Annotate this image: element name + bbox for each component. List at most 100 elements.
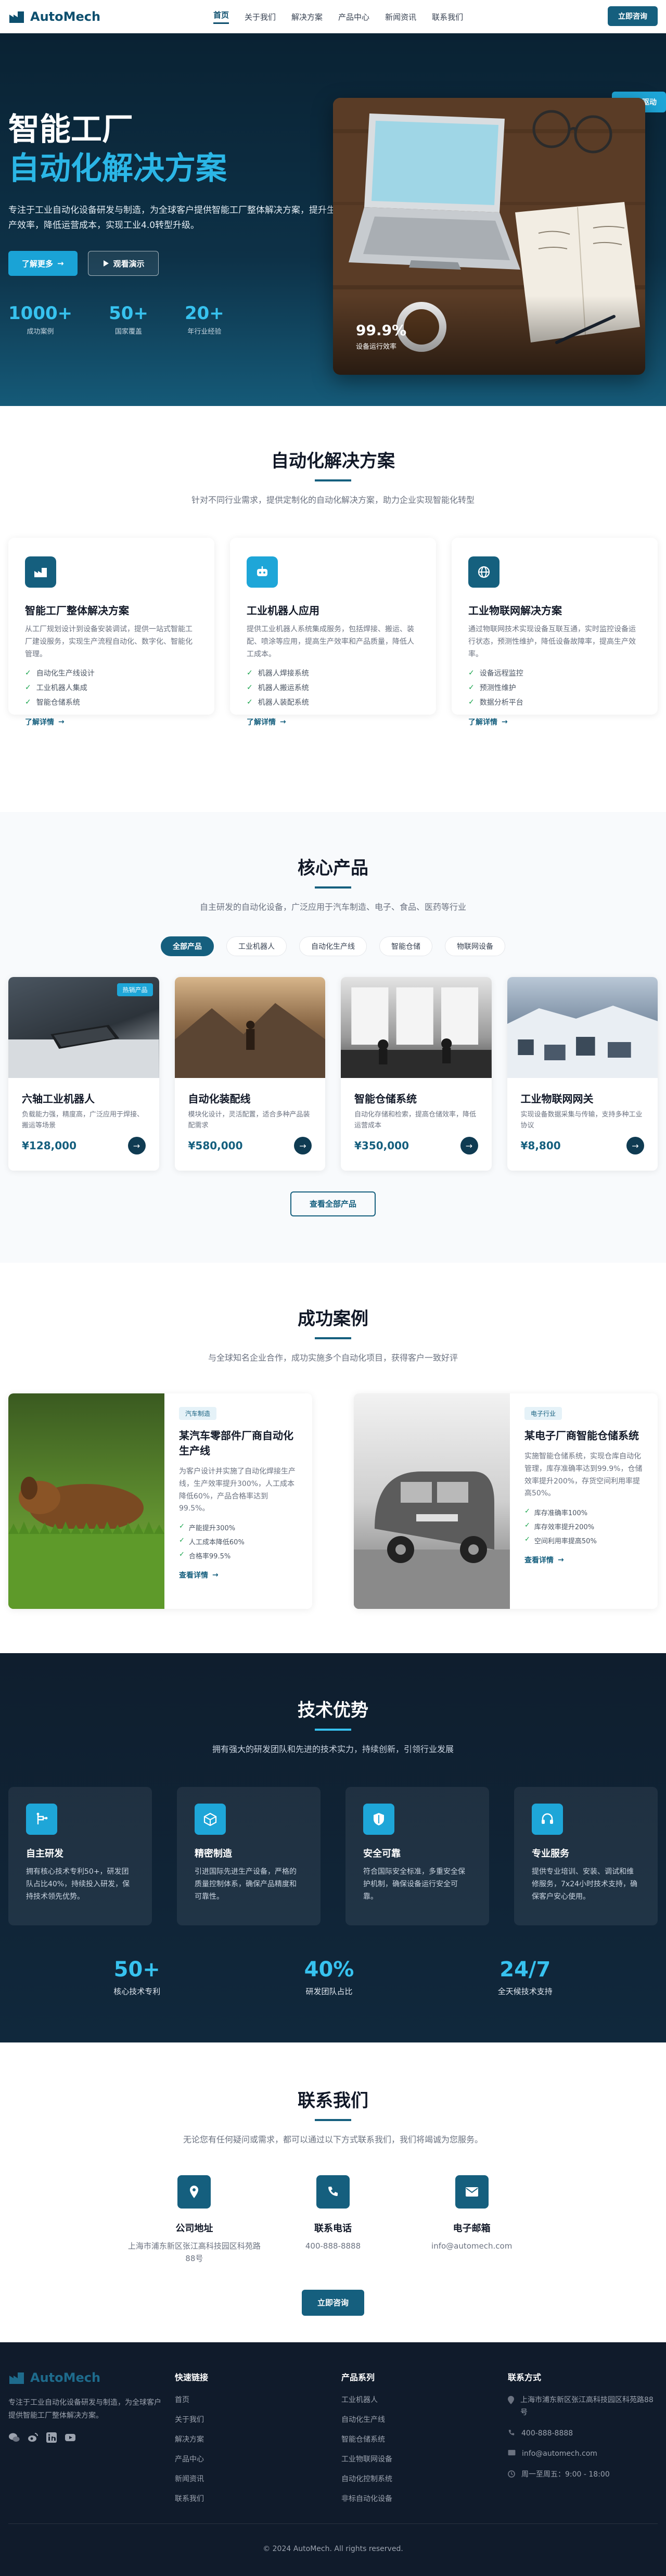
case-body: 电子行业 某电子厂商智能仓储系统 实施智能仓储系统，实现仓库自动化管理，库存准确… bbox=[510, 1393, 658, 1609]
section-title: 技术优势 bbox=[298, 1700, 368, 1721]
arrow-right-icon[interactable]: → bbox=[294, 1137, 312, 1154]
tech-desc: 引进国际先进生产设备，严格的质量控制体系，确保产品精度和可靠性。 bbox=[195, 1868, 297, 1901]
watch-demo-button[interactable]: 观看演示 bbox=[87, 251, 159, 276]
filter-iot[interactable]: 物联网设备 bbox=[445, 936, 505, 956]
contact-value: 上海市浦东新区张江高科技园区科苑路88号 bbox=[127, 2241, 261, 2263]
tech-desc: 拥有核心技术专利50+，研发团队占比40%，持续投入研发，保持技术领先优势。 bbox=[26, 1868, 130, 1901]
footer-link[interactable]: 新闻资讯 bbox=[175, 2473, 341, 2484]
product-card[interactable]: 工业物联网网关 实现设备数据采集与传输，支持多种工业协议 ¥8,800 → bbox=[507, 977, 658, 1171]
arrow-right-icon: → bbox=[212, 1571, 219, 1580]
learn-more-link[interactable]: 了解详情 → bbox=[25, 717, 65, 727]
youtube-icon[interactable] bbox=[65, 2432, 76, 2443]
footer-email-text[interactable]: info@automech.com bbox=[522, 2448, 597, 2460]
check-icon: ✓ bbox=[247, 669, 253, 678]
result-item: ✓ 人工成本降低60% bbox=[179, 1537, 298, 1546]
view-details-label: 查看详情 bbox=[524, 1556, 554, 1565]
linkedin-icon[interactable] bbox=[46, 2432, 57, 2443]
nav-home[interactable]: 首页 bbox=[213, 9, 229, 24]
footer-link[interactable]: 工业物联网设备 bbox=[341, 2454, 508, 2464]
product-card[interactable]: 热销产品 六轴工业机器人 负载能力强，精度高，广泛应用于焊接、搬运等场景 ¥12… bbox=[8, 977, 159, 1171]
footer-phone-text[interactable]: 400-888-8888 bbox=[521, 2428, 573, 2440]
brand-logo[interactable]: AutoMech bbox=[8, 9, 100, 24]
product-desc: 模块化设计，灵活配置，适合多种产品装配需求 bbox=[188, 1111, 310, 1130]
learn-more-label: 了解详情 bbox=[25, 718, 54, 727]
learn-more-link[interactable]: 了解详情 → bbox=[247, 717, 286, 727]
check-icon: ✓ bbox=[179, 1551, 185, 1559]
filter-lines[interactable]: 自动化生产线 bbox=[299, 936, 367, 956]
check-icon: ✓ bbox=[25, 669, 31, 678]
footer-col-title: 快速链接 bbox=[175, 2372, 209, 2382]
footer-link[interactable]: 自动化控制系统 bbox=[341, 2473, 508, 2484]
product-card[interactable]: 智能仓储系统 自动化存储和检索，提高仓储效率，降低运营成本 ¥350,000 → bbox=[341, 977, 492, 1171]
nav-news[interactable]: 新闻资讯 bbox=[385, 11, 416, 22]
arrow-right-icon[interactable]: → bbox=[127, 1137, 146, 1154]
filter-all[interactable]: 全部产品 bbox=[161, 936, 214, 956]
tech-desc: 符合国际安全标准，多重安全保护机制，确保设备运行安全可靠。 bbox=[363, 1868, 465, 1901]
tech-title: 安全可靠 bbox=[363, 1848, 401, 1859]
footer-link[interactable]: 首页 bbox=[175, 2394, 341, 2405]
footer-logo[interactable]: AutoMech bbox=[8, 2370, 175, 2385]
headset-icon bbox=[532, 1804, 563, 1835]
contact-value[interactable]: 400-888-8888 bbox=[264, 2240, 403, 2252]
filter-robots[interactable]: 工业机器人 bbox=[226, 936, 287, 956]
snowy-town-illustration bbox=[507, 1006, 658, 1078]
case-title: 某汽车零部件厂商自动化生产线 bbox=[179, 1429, 293, 1457]
title-underline bbox=[315, 1729, 351, 1731]
filter-warehouse[interactable]: 智能仓储 bbox=[379, 936, 432, 956]
nav-about[interactable]: 关于我们 bbox=[245, 11, 276, 22]
view-all-products-button[interactable]: 查看全部产品 bbox=[290, 1191, 376, 1216]
product-card[interactable]: 自动化装配线 模块化设计，灵活配置，适合多种产品装配需求 ¥580,000 → bbox=[174, 977, 325, 1171]
weibo-icon[interactable] bbox=[27, 2432, 39, 2443]
stat-label: 成功案例 bbox=[27, 328, 54, 336]
contact-value[interactable]: info@automech.com bbox=[402, 2240, 541, 2252]
footer-link[interactable]: 产品中心 bbox=[175, 2454, 341, 2464]
feature-label: 预测性维护 bbox=[479, 684, 516, 693]
check-icon: ✓ bbox=[468, 698, 475, 707]
product-price: ¥350,000 bbox=[354, 1139, 409, 1152]
feature-label: 设备远程监控 bbox=[479, 669, 523, 678]
contact-phone: 联系电话 400-888-8888 bbox=[264, 2175, 403, 2265]
main-menu: 首页 关于我们 解决方案 产品中心 新闻资讯 联系我们 bbox=[213, 0, 463, 33]
footer-link[interactable]: 自动化生产线 bbox=[341, 2414, 508, 2425]
footer-link[interactable]: 智能仓储系统 bbox=[341, 2434, 508, 2444]
footer-link[interactable]: 解决方案 bbox=[175, 2434, 341, 2444]
footer-brand-col: AutoMech 专注于工业自动化设备研发与制造，为全球客户提供智能工厂整体解决… bbox=[8, 2370, 175, 2513]
wechat-icon[interactable] bbox=[8, 2432, 20, 2443]
arrow-right-icon[interactable]: → bbox=[460, 1137, 478, 1154]
footer-link[interactable]: 非标自动化设备 bbox=[341, 2493, 508, 2504]
nav-solutions[interactable]: 解决方案 bbox=[291, 11, 323, 22]
product-image: 热销产品 bbox=[8, 977, 159, 1078]
check-icon: ✓ bbox=[247, 698, 253, 707]
solution-card: 工业物联网解决方案 通过物联网技术实现设备互联互通，实时监控设备运行状态，预测性… bbox=[452, 538, 658, 727]
nav-products[interactable]: 产品中心 bbox=[338, 11, 369, 22]
arrow-right-icon[interactable]: → bbox=[626, 1137, 644, 1154]
view-details-link[interactable]: 查看详情 → bbox=[524, 1555, 564, 1565]
hero-description: 专注于工业自动化设备研发与制造，为全球客户提供智能工厂整体解决方案，提升生产效率… bbox=[8, 205, 336, 231]
footer-link[interactable]: 关于我们 bbox=[175, 2414, 341, 2425]
footer-link[interactable]: 工业机器人 bbox=[341, 2394, 508, 2405]
stat-value: 24/7 bbox=[499, 1958, 551, 1982]
solution-desc: 提供工业机器人系统集成服务，包括焊接、搬运、装配、喷涂等应用，提高生产效率和产品… bbox=[247, 625, 414, 658]
footer-link[interactable]: 联系我们 bbox=[175, 2493, 341, 2504]
result-item: ✓ 库存准确率100% bbox=[524, 1507, 643, 1517]
arrow-right-icon: → bbox=[57, 259, 64, 268]
learn-more-label: 了解详情 bbox=[468, 718, 497, 727]
footer-desc: 专注于工业自动化设备研发与制造，为全球客户提供智能工厂整体解决方案。 bbox=[8, 2399, 161, 2420]
nav-contact[interactable]: 联系我们 bbox=[432, 11, 463, 22]
feature-label: 智能仓储系统 bbox=[36, 699, 80, 707]
arrow-right-icon: → bbox=[280, 718, 286, 727]
arrow-right-icon: → bbox=[58, 718, 65, 727]
section-subtitle: 无论您有任何疑问或需求，都可以通过以下方式联系我们，我们将竭诚为您服务。 bbox=[183, 2135, 483, 2144]
flow-icon bbox=[26, 1804, 57, 1835]
section-subtitle: 与全球知名企业合作，成功实施多个自动化项目，获得客户一致好评 bbox=[208, 1353, 458, 1363]
tech-grid: 自主研发 拥有核心技术专利50+，研发团队占比40%，持续投入研发，保持技术领先… bbox=[8, 1787, 658, 1925]
contact-consult-button[interactable]: 立即咨询 bbox=[302, 2290, 364, 2316]
view-details-link[interactable]: 查看详情 → bbox=[179, 1570, 219, 1580]
cube-icon bbox=[195, 1804, 226, 1835]
factory-icon bbox=[25, 556, 56, 588]
product-price: ¥128,000 bbox=[22, 1139, 77, 1152]
learn-more-link[interactable]: 了解详情 → bbox=[468, 717, 508, 727]
consult-button[interactable]: 立即咨询 bbox=[608, 6, 658, 26]
footer-email: info@automech.com bbox=[508, 2448, 658, 2460]
learn-more-button[interactable]: 了解更多 → bbox=[8, 251, 78, 276]
